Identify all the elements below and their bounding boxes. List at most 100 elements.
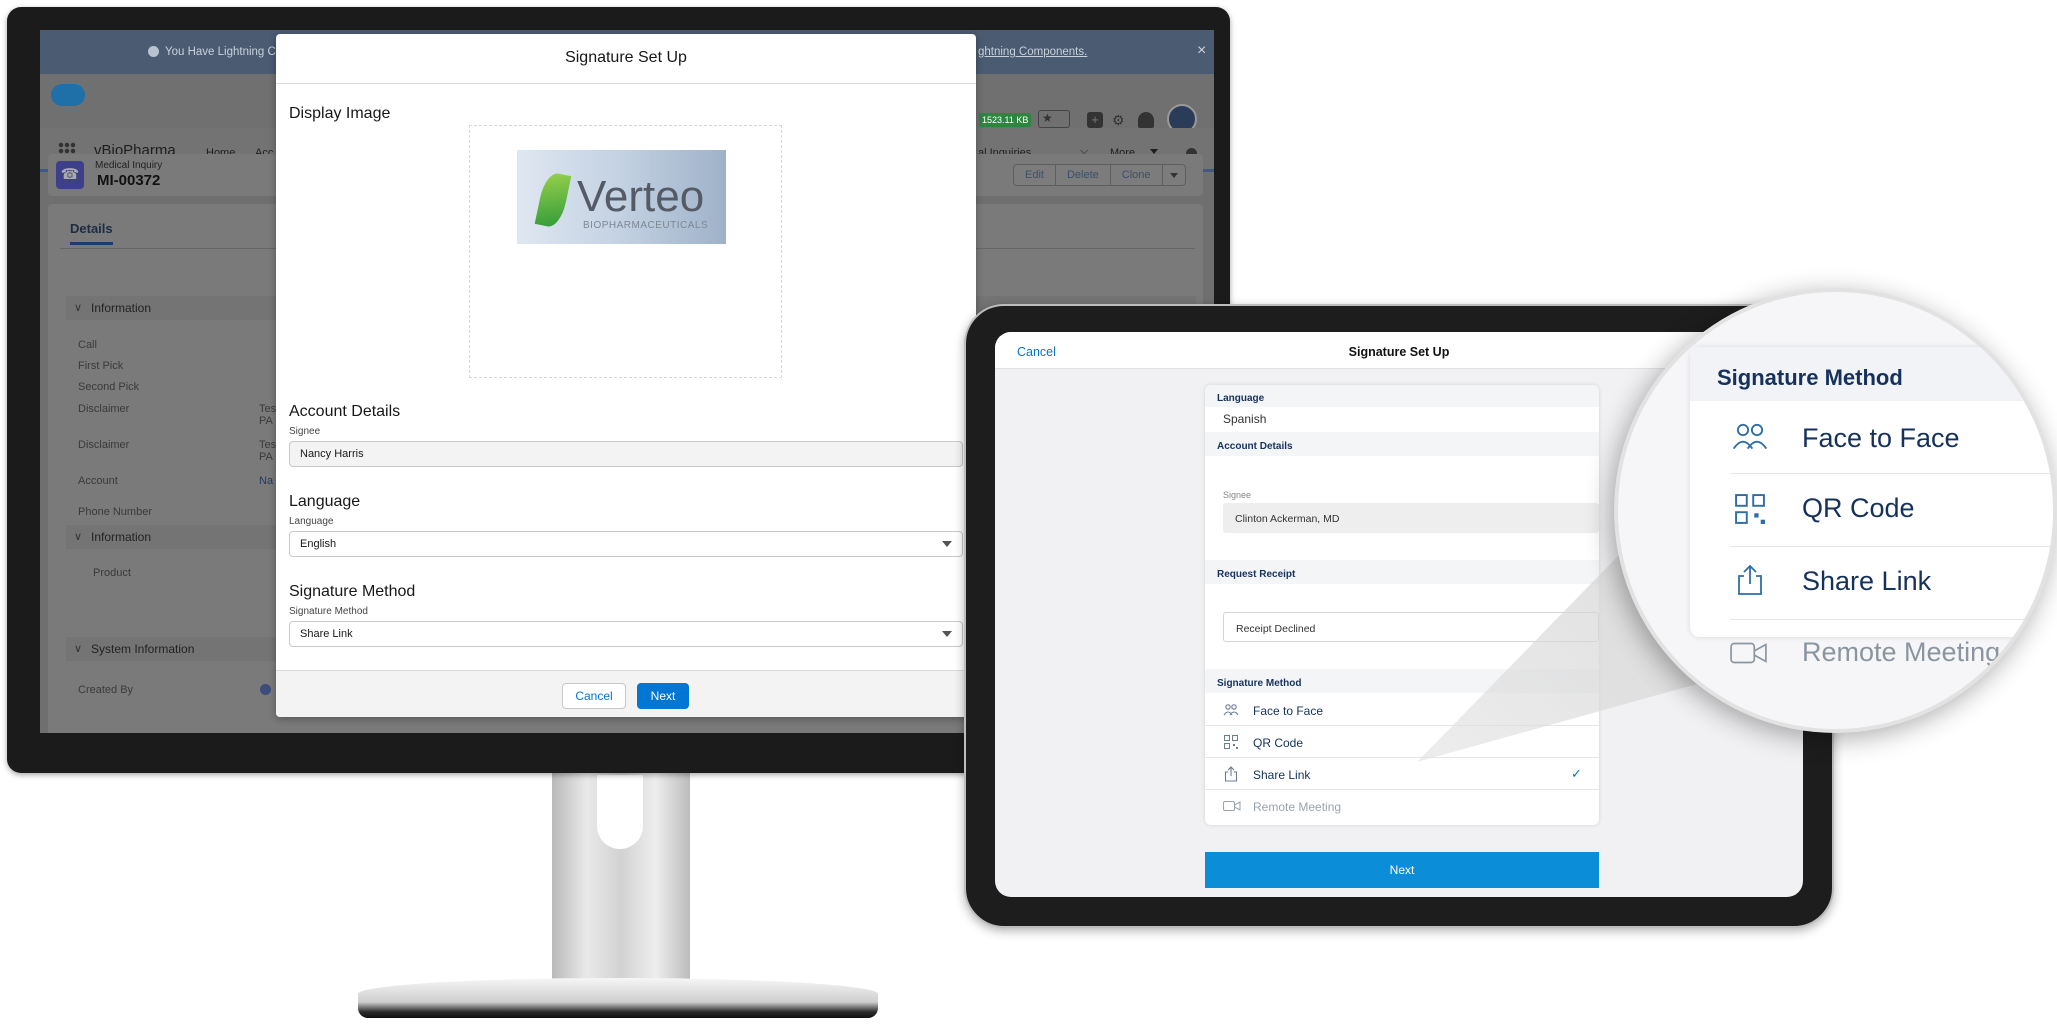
field-first-pick-label: First Pick bbox=[78, 360, 124, 372]
record-id: MI-00372 bbox=[97, 172, 161, 189]
method-label: Face to Face bbox=[1253, 704, 1324, 718]
share-icon bbox=[1224, 766, 1238, 782]
zoom-heading: Signature Method bbox=[1717, 365, 1903, 390]
delete-button[interactable]: Delete bbox=[1056, 165, 1111, 185]
zoom-method-label: QR Code bbox=[1802, 493, 1915, 523]
signee-field: Nancy Harris bbox=[289, 441, 963, 467]
section-system-information-title: System Information bbox=[91, 642, 195, 656]
tablet-language-label: Language bbox=[1217, 393, 1265, 404]
qr-code-icon bbox=[1735, 494, 1765, 524]
logo-text: Verteo bbox=[577, 172, 705, 221]
people-icon bbox=[1223, 704, 1239, 716]
field-disclaimer-value-2: PA bbox=[259, 415, 273, 427]
tablet-request-receipt: Request Receipt bbox=[1217, 569, 1296, 580]
tablet-language-value[interactable]: Spanish bbox=[1223, 412, 1266, 426]
cancel-button[interactable]: Cancel bbox=[562, 683, 626, 709]
field-product-label: Product bbox=[93, 567, 131, 579]
video-icon bbox=[1223, 801, 1241, 811]
verteo-logo: Verteo BIOPHARMACEUTICALS bbox=[517, 150, 726, 244]
user-icon bbox=[260, 684, 271, 695]
signature-method-heading: Signature Method bbox=[289, 583, 416, 600]
people-icon bbox=[1732, 423, 1768, 450]
zoom-method-qr-code[interactable]: QR Code bbox=[1690, 474, 2053, 546]
language-select[interactable]: English bbox=[289, 531, 963, 557]
zoom-content: Signature Method Face to Face QR Code Sh… bbox=[1690, 347, 2053, 667]
request-receipt-header: Request Receipt bbox=[1205, 560, 1599, 584]
storage-badge: 1523.11 KB bbox=[979, 113, 1032, 127]
banner-close-icon[interactable]: × bbox=[1197, 42, 1206, 60]
field-second-pick-label: Second Pick bbox=[78, 381, 140, 393]
zoom-method-label: Remote Meeting bbox=[1802, 637, 2001, 667]
banner-link[interactable]: ghtning Components. bbox=[978, 46, 1087, 58]
share-icon bbox=[1738, 564, 1762, 595]
zoom-method-face-to-face[interactable]: Face to Face bbox=[1690, 401, 2053, 473]
zoom-method-label: Share Link bbox=[1802, 566, 1932, 596]
chevron-down-icon: ∨ bbox=[74, 302, 83, 314]
field-disclaimer-label: Disclaimer bbox=[78, 403, 130, 415]
account-details-header: Account Details bbox=[1205, 432, 1599, 456]
field-account-value[interactable]: Na bbox=[259, 475, 273, 487]
signature-method-select[interactable]: Share Link bbox=[289, 621, 963, 647]
add-icon[interactable]: + bbox=[1087, 112, 1103, 128]
record-actions: Edit Delete Clone bbox=[1013, 164, 1186, 186]
caret-down-icon bbox=[942, 541, 952, 547]
method-remote-meeting: Remote Meeting bbox=[1205, 790, 1599, 821]
tablet-next-button[interactable]: Next bbox=[1205, 852, 1599, 888]
tablet-account-details: Account Details bbox=[1217, 441, 1293, 452]
phone-icon: ☎ bbox=[56, 161, 84, 189]
checkmark-icon: ✓ bbox=[1571, 766, 1582, 781]
language-heading: Language bbox=[289, 493, 361, 510]
chevron-down-icon: ∨ bbox=[74, 531, 83, 543]
language-value: English bbox=[300, 538, 337, 550]
notification-bell-icon[interactable] bbox=[1138, 112, 1154, 128]
language-section-header: Language bbox=[1205, 385, 1599, 407]
display-image-heading: Display Image bbox=[289, 105, 391, 122]
favorites-star-icon[interactable]: ★ bbox=[1038, 110, 1070, 128]
logo-subtext: BIOPHARMACEUTICALS bbox=[583, 220, 709, 231]
tab-details[interactable]: Details bbox=[70, 221, 113, 245]
tablet-receipt-value: Receipt Declined bbox=[1236, 623, 1316, 635]
field-disclaimer-2-value-2: PA bbox=[259, 451, 273, 463]
video-icon bbox=[1730, 642, 1767, 664]
zoom-magnifier: Signature Method Face to Face QR Code Sh… bbox=[1614, 288, 2057, 733]
chevron-down-icon: ∨ bbox=[74, 643, 83, 655]
zoom-method-remote-meeting: Remote Meeting bbox=[1690, 620, 2053, 692]
zoom-method-share-link[interactable]: Share Link bbox=[1690, 547, 2053, 619]
signee-label: Signee bbox=[289, 426, 321, 437]
tablet-signee-value: Clinton Ackerman, MD bbox=[1235, 513, 1340, 525]
modal-title: Signature Set Up bbox=[565, 49, 687, 66]
zoom-method-label: Face to Face bbox=[1802, 423, 1960, 453]
monitor-neck-hole bbox=[597, 775, 643, 849]
field-disclaimer-2-value: Tes bbox=[259, 439, 277, 451]
method-label: QR Code bbox=[1253, 736, 1304, 750]
field-created-by-label: Created By bbox=[78, 684, 134, 696]
tablet-form-card: Language Spanish Account Details Signee … bbox=[1205, 385, 1599, 825]
method-share-link[interactable]: Share Link ✓ bbox=[1205, 758, 1599, 789]
edit-button[interactable]: Edit bbox=[1014, 165, 1056, 185]
display-image-dropzone[interactable]: Verteo BIOPHARMACEUTICALS bbox=[469, 125, 782, 378]
signature-modal: Signature Set Up Display Image Verteo BI… bbox=[276, 34, 976, 717]
field-disclaimer-2-label: Disclaimer bbox=[78, 439, 130, 451]
record-type: Medical Inquiry bbox=[95, 160, 163, 171]
section-information-title: Information bbox=[91, 301, 152, 315]
method-label: Share Link bbox=[1253, 768, 1311, 782]
clone-button[interactable]: Clone bbox=[1111, 165, 1163, 185]
zoom-header: Signature Method bbox=[1690, 347, 2053, 401]
tablet-signee-label: Signee bbox=[1223, 490, 1252, 500]
setup-gear-icon[interactable]: ⚙ bbox=[1112, 112, 1128, 128]
field-phone-label: Phone Number bbox=[78, 506, 152, 518]
monitor-base bbox=[358, 978, 878, 1018]
modal-footer: Cancel Next bbox=[276, 670, 976, 717]
section-information-2-title: Information bbox=[91, 530, 152, 544]
signature-method-label: Signature Method bbox=[289, 606, 368, 617]
account-details-heading: Account Details bbox=[289, 403, 401, 420]
qr-code-icon bbox=[1224, 735, 1238, 749]
actions-dropdown-icon[interactable] bbox=[1163, 165, 1185, 185]
next-button[interactable]: Next bbox=[637, 683, 689, 709]
signee-value: Nancy Harris bbox=[300, 448, 364, 460]
method-label: Remote Meeting bbox=[1253, 800, 1342, 814]
field-account-label: Account bbox=[78, 475, 118, 487]
field-call-label: Call bbox=[78, 339, 97, 351]
method-qr-code[interactable]: QR Code bbox=[1205, 726, 1599, 757]
leaf-icon bbox=[534, 170, 572, 230]
